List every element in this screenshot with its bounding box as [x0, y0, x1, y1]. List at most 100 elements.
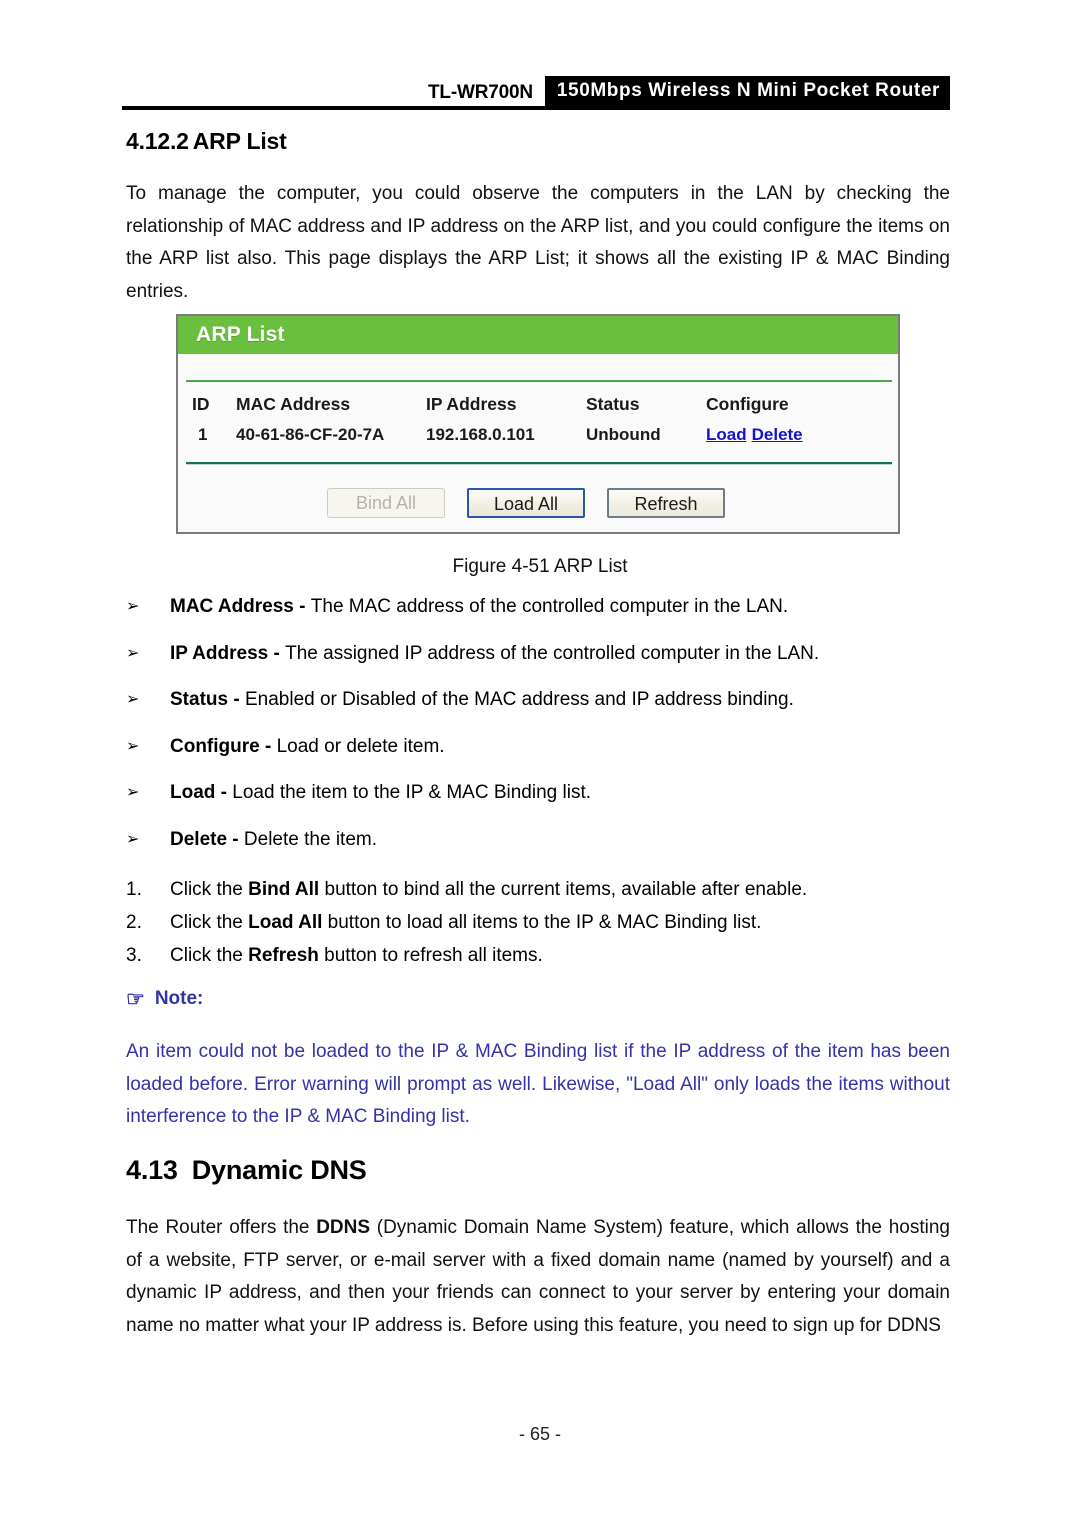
- instruction-post: button to bind all the current items, av…: [319, 879, 808, 900]
- note-line-3: interference to the IP & MAC Binding lis…: [126, 1106, 470, 1127]
- bullet-separator: -: [227, 828, 244, 850]
- arrow-bullet-icon: ➢: [126, 737, 140, 755]
- bullet-text: Status - Enabled or Disabled of the MAC …: [170, 687, 794, 713]
- column-header-ip: IP Address: [426, 394, 517, 414]
- delete-link[interactable]: Delete: [752, 425, 803, 444]
- definition-bullet-list: ➢ MAC Address - The MAC address of the c…: [126, 594, 950, 873]
- list-item: ➢ Load - Load the item to the IP & MAC B…: [126, 780, 950, 806]
- bullet-separator: -: [259, 735, 277, 757]
- bullet-description: Delete the item.: [243, 828, 377, 850]
- note-heading: ☞ Note:: [126, 988, 203, 1010]
- note-label: Note:: [154, 988, 204, 1009]
- column-header-status: Status: [586, 394, 640, 414]
- bind-all-button[interactable]: Bind All: [327, 488, 445, 518]
- section-number: 4.12.2: [126, 128, 189, 154]
- intro-line-1: To manage the computer, you could observ…: [126, 183, 950, 204]
- ddns-bold-term: DDNS: [316, 1217, 371, 1238]
- ddns-paragraph: The Router offers the DDNS (Dynamic Doma…: [126, 1212, 950, 1342]
- pointing-hand-icon: ☞: [126, 987, 145, 1011]
- ddns-line1-post: (Dynamic Domain Name System) feature, wh…: [370, 1217, 950, 1238]
- column-header-mac: MAC Address: [236, 394, 351, 414]
- cell-configure: Load Delete: [706, 419, 898, 449]
- ddns-section-title: 4.13 Dynamic DNS: [126, 1155, 367, 1186]
- list-marker: 2.: [126, 912, 142, 933]
- page-title: 4.12.2 ARP List: [126, 128, 287, 155]
- cell-status: Unbound: [586, 425, 661, 444]
- arrow-bullet-icon: ➢: [126, 784, 140, 801]
- intro-line-2: relationship of MAC address and IP addre…: [126, 215, 950, 237]
- bullet-separator: -: [215, 782, 233, 803]
- table-row: 1 40-61-86-CF-20-7A 192.168.0.101 Unboun…: [178, 419, 898, 449]
- load-all-button[interactable]: Load All: [467, 488, 585, 518]
- bullet-description: The assigned IP address of the controlle…: [285, 642, 820, 664]
- bullet-text: Configure - Load or delete item.: [170, 734, 445, 760]
- header-model-name: TL-WR700N: [428, 82, 533, 103]
- ddns-line1-pre: The Router offers the: [126, 1217, 317, 1238]
- note-line-1: An item could not be loaded to the IP & …: [126, 1041, 950, 1062]
- note-body: An item could not be loaded to the IP & …: [126, 1036, 950, 1134]
- instruction-post: button to load all items to the IP & MAC…: [322, 912, 762, 933]
- list-item: ➢ IP Address - The assigned IP address o…: [126, 641, 950, 667]
- intro-line-3: the ARP list also. This page displays th…: [126, 248, 950, 269]
- bullet-description: Load the item to the IP & MAC Binding li…: [232, 782, 592, 803]
- column-header-configure: Configure: [706, 394, 789, 414]
- figure-caption: Figure 4-51 ARP List: [452, 556, 628, 577]
- ddns-section-number: 4.13: [126, 1155, 178, 1185]
- header-product-name: 150Mbps Wireless N Mini Pocket Router: [544, 76, 950, 106]
- instruction-text: Click the Refresh button to refresh all …: [170, 942, 543, 969]
- ddns-section-heading: Dynamic DNS: [191, 1155, 367, 1185]
- running-header: TL-WR700N 150Mbps Wireless N Mini Pocket…: [122, 76, 950, 110]
- arp-divider-bottom: [186, 462, 892, 465]
- list-item: ➢ MAC Address - The MAC address of the c…: [126, 594, 950, 620]
- bullet-separator: -: [268, 642, 286, 664]
- intro-paragraph: To manage the computer, you could observ…: [126, 178, 950, 308]
- bullet-term: Load: [170, 782, 216, 803]
- load-link[interactable]: Load: [706, 425, 747, 444]
- instruction-bold-term: Refresh: [248, 945, 319, 966]
- bullet-text: IP Address - The assigned IP address of …: [170, 641, 819, 667]
- list-item: ➢ Status - Enabled or Disabled of the MA…: [126, 687, 950, 713]
- instruction-pre: Click the: [170, 945, 249, 966]
- bullet-description: Enabled or Disabled of the MAC address a…: [244, 689, 794, 710]
- refresh-button[interactable]: Refresh: [607, 488, 725, 518]
- document-page: TL-WR700N 150Mbps Wireless N Mini Pocket…: [0, 0, 1080, 1527]
- arp-panel-title: ARP List: [178, 316, 898, 354]
- ddns-line-4: name no matter what your IP address is. …: [126, 1314, 941, 1336]
- arp-panel: ARP List ID MAC Address IP Address Statu…: [176, 314, 900, 534]
- instruction-bold-term: Load All: [248, 912, 323, 933]
- arp-table-header-row: ID MAC Address IP Address Status Configu…: [178, 382, 898, 419]
- arrow-bullet-icon: ➢: [126, 691, 140, 708]
- instruction-text: Click the Load All button to load all it…: [170, 909, 761, 936]
- list-item: 3. Click the Refresh button to refresh a…: [126, 942, 950, 969]
- arp-list-figure: ARP List ID MAC Address IP Address Statu…: [176, 314, 900, 534]
- instruction-pre: Click the: [170, 912, 249, 933]
- arp-table: ID MAC Address IP Address Status Configu…: [178, 382, 898, 449]
- bullet-term: Status: [170, 689, 229, 710]
- cell-ip: 192.168.0.101: [426, 425, 535, 444]
- ddns-line-3: dynamic IP address, and then your friend…: [126, 1282, 950, 1303]
- list-item: 2. Click the Load All button to load all…: [126, 909, 950, 936]
- column-header-id: ID: [192, 394, 210, 414]
- list-marker: 1.: [126, 879, 142, 900]
- bullet-description: The MAC address of the controlled comput…: [310, 596, 789, 617]
- bullet-term: Configure: [170, 735, 260, 757]
- arrow-bullet-icon: ➢: [126, 644, 140, 662]
- note-line-2: loaded before. Error warning will prompt…: [126, 1073, 950, 1095]
- intro-line-4: entries.: [126, 280, 189, 302]
- instruction-text: Click the Bind All button to bind all th…: [170, 876, 807, 903]
- arrow-bullet-icon: ➢: [126, 830, 140, 848]
- section-title: ARP List: [192, 128, 287, 154]
- list-item: 1. Click the Bind All button to bind all…: [126, 876, 950, 903]
- bullet-separator: -: [293, 596, 311, 617]
- list-item: ➢ Configure - Load or delete item.: [126, 734, 950, 760]
- instruction-bold-term: Bind All: [248, 879, 320, 900]
- bullet-separator: -: [228, 689, 245, 710]
- bullet-text: Load - Load the item to the IP & MAC Bin…: [170, 780, 591, 806]
- instruction-pre: Click the: [170, 879, 249, 900]
- arrow-bullet-icon: ➢: [126, 598, 140, 615]
- bullet-term: Delete: [170, 828, 228, 850]
- bullet-description: Load or delete item.: [276, 735, 445, 757]
- ddns-line-2: of a website, FTP server, or e-mail serv…: [126, 1249, 950, 1271]
- list-item: ➢ Delete - Delete the item.: [126, 827, 950, 853]
- bullet-text: Delete - Delete the item.: [170, 827, 377, 853]
